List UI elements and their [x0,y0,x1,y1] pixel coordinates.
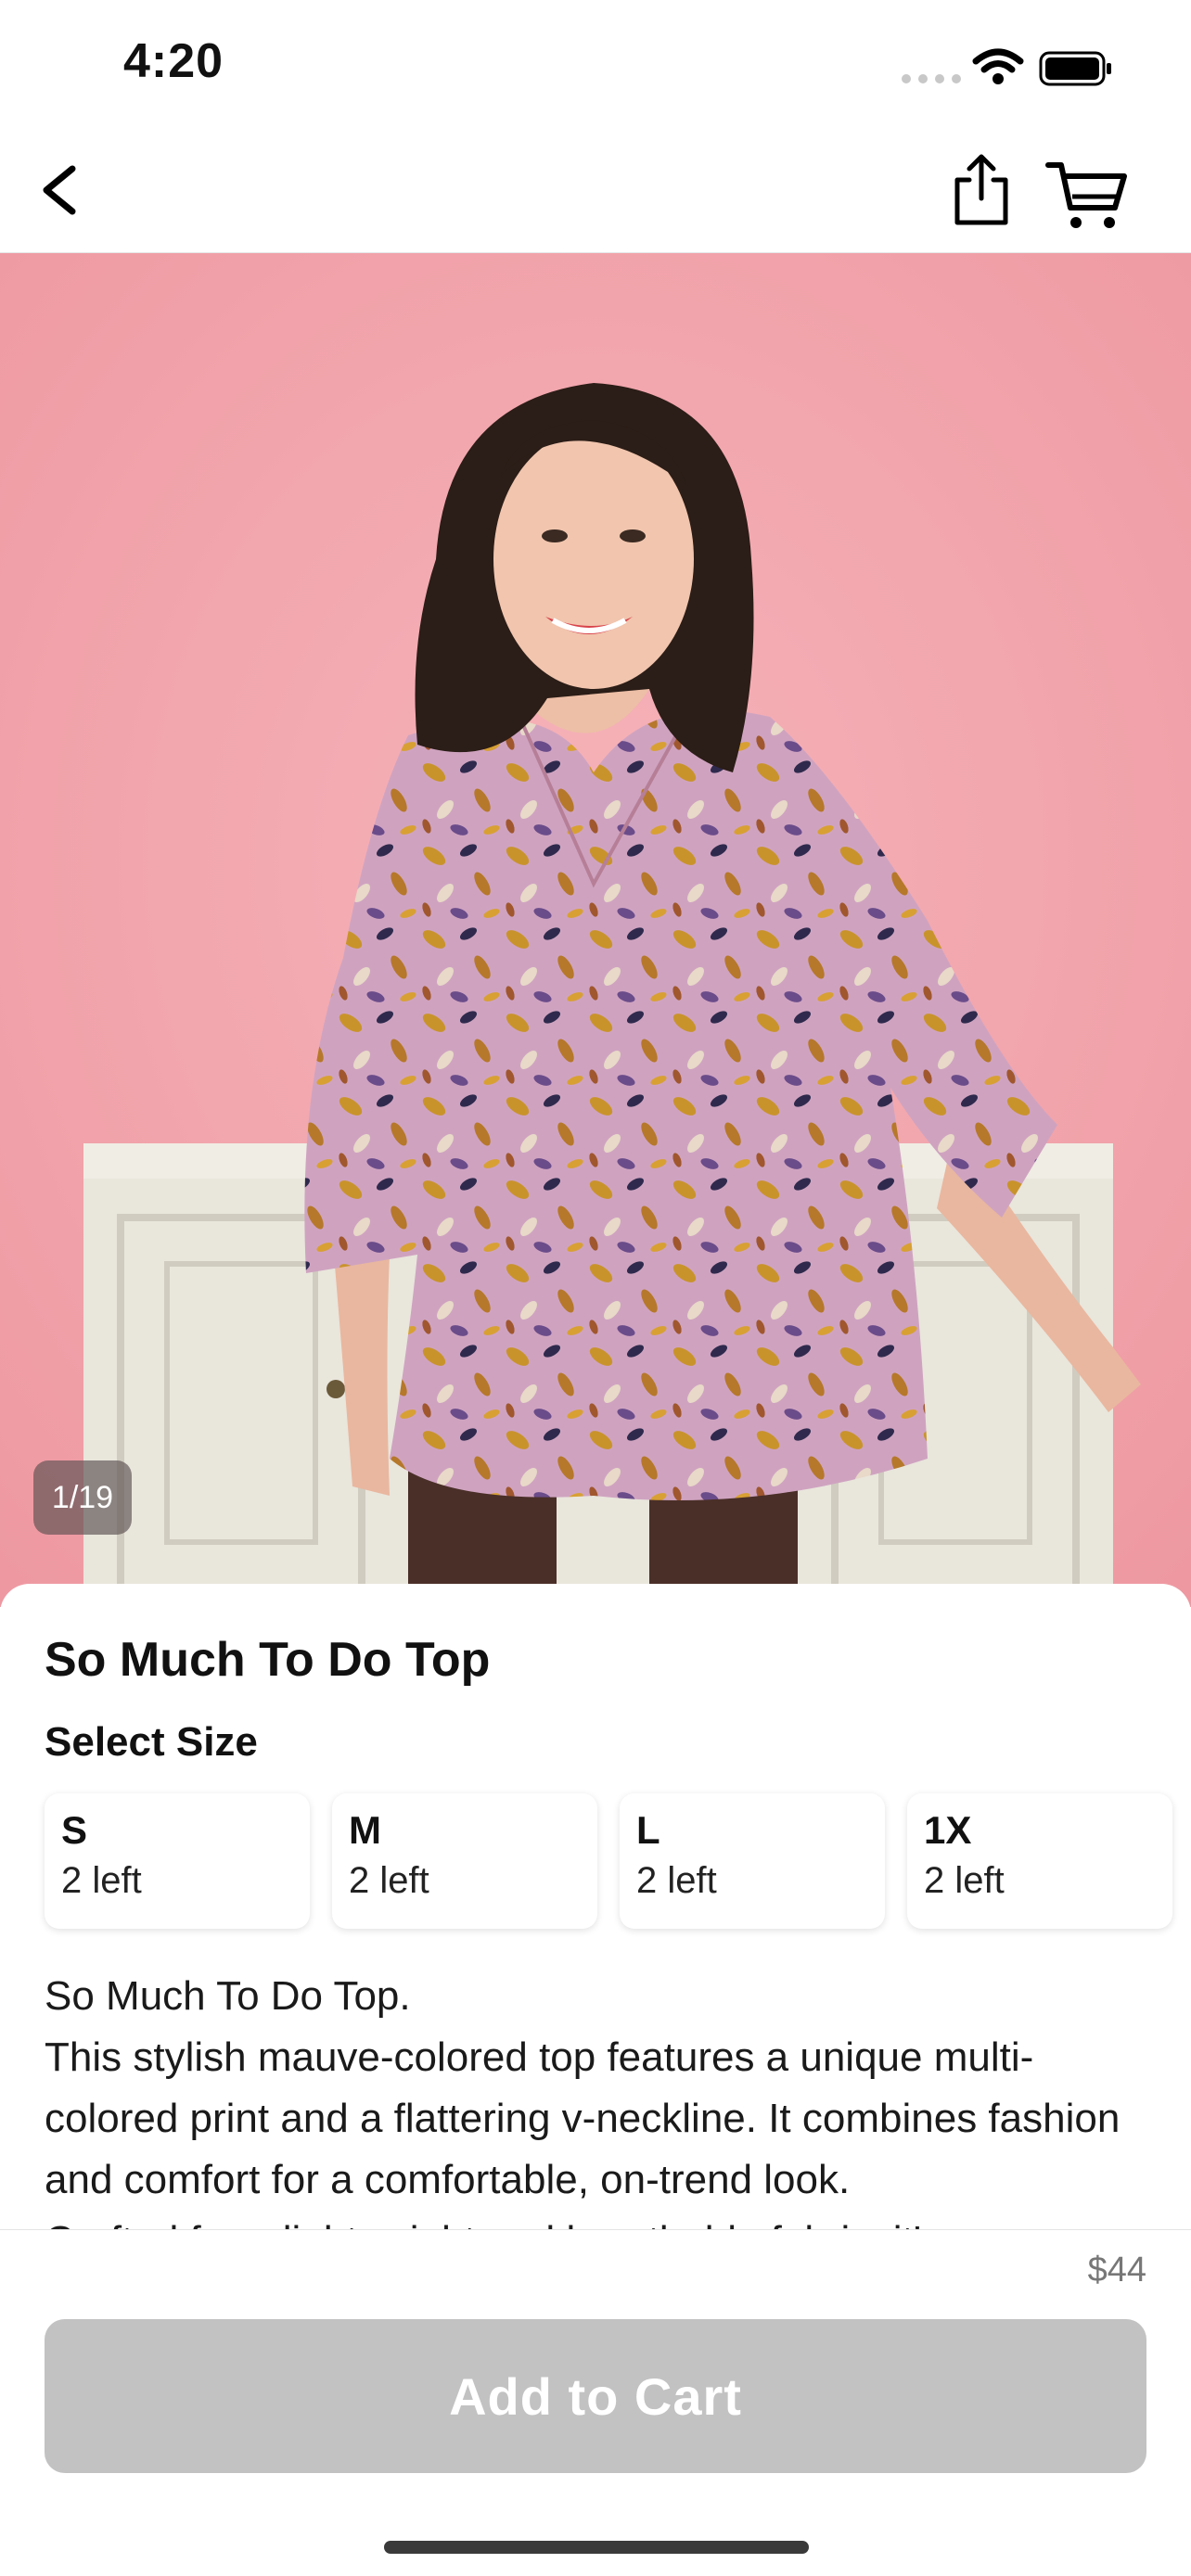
size-label: M [349,1808,381,1852]
image-counter-badge: 1/19 [33,1460,132,1535]
size-stock: 2 left [349,1860,429,1901]
purchase-bar: $44 Add to Cart [0,2229,1191,2576]
size-option-l[interactable]: L 2 left [620,1793,885,1929]
cart-icon [1045,162,1127,228]
status-time: 4:20 [123,34,224,88]
add-to-cart-button[interactable]: Add to Cart [45,2319,1146,2473]
product-description: So Much To Do Top. This stylish mauve-co… [45,1966,1158,2244]
product-photo [0,253,1191,1607]
cart-button[interactable] [1044,158,1130,232]
chevron-left-icon [43,165,76,215]
size-stock: 2 left [636,1860,717,1901]
navigation-bar [0,130,1191,253]
size-option-s[interactable]: S 2 left [45,1793,310,1929]
product-price: $44 [1087,2251,1146,2289]
wifi-icon [972,48,1024,90]
product-image-gallery[interactable]: 1/19 [0,253,1191,1607]
product-detail-screen: 4:20 1/19 So Much To Do Top Select Size … [0,0,1191,2576]
size-options: S 2 left M 2 left L 2 left 1X 2 left [45,1793,1172,1929]
description-line: This stylish mauve-colored top features … [45,2034,1121,2202]
size-option-1x[interactable]: 1X 2 left [907,1793,1172,1929]
battery-icon [1039,50,1115,92]
size-label: 1X [924,1808,972,1852]
share-button[interactable] [944,152,1018,230]
back-button[interactable] [28,158,93,223]
status-bar: 4:20 [0,0,1191,130]
share-icon [954,154,1008,225]
size-stock: 2 left [924,1860,1005,1901]
select-size-heading: Select Size [45,1719,258,1765]
size-label: S [61,1808,88,1852]
size-label: L [636,1808,660,1852]
cellular-signal-icon [902,74,961,83]
product-title: So Much To Do Top [45,1633,491,1687]
size-stock: 2 left [61,1860,142,1901]
description-line: So Much To Do Top. [45,1973,411,2019]
home-indicator[interactable] [384,2541,809,2554]
size-option-m[interactable]: M 2 left [332,1793,597,1929]
